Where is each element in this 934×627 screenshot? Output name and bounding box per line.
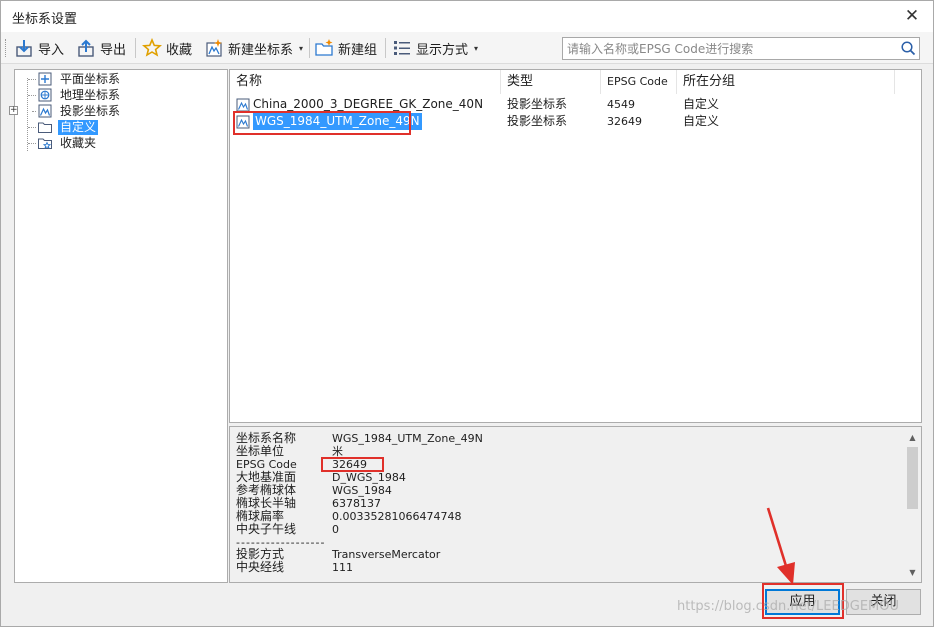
coordinate-system-dialog: 坐标系设置 ✕ 导入 导出 收藏 新建坐标系 ▾ 新建组 显示方式 ▾ 请输入名… [0,0,934,627]
annotation-arrow-icon [766,507,795,585]
